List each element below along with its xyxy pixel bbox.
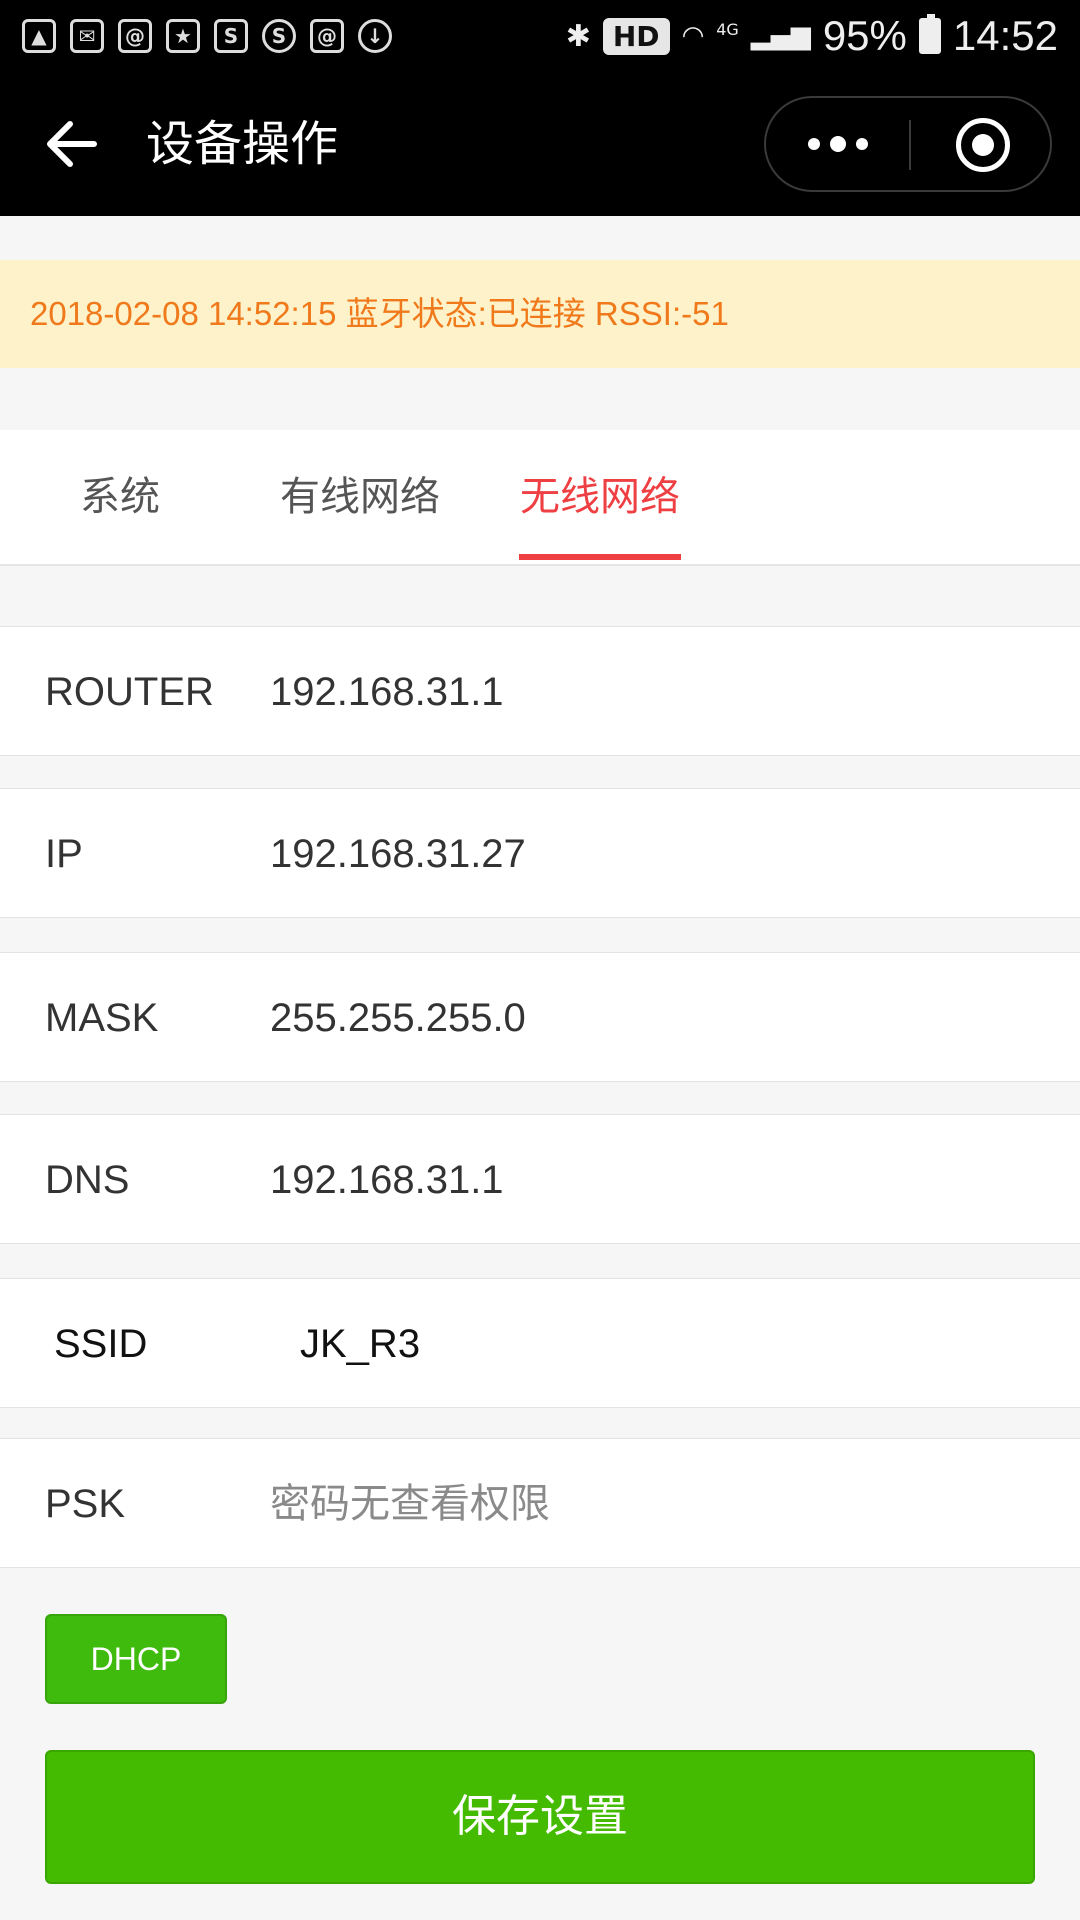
at-mail-icon: @ — [118, 19, 152, 53]
tab-wireless-network[interactable]: 无线网络 — [520, 470, 680, 524]
signal-icon: ▂▄▆ — [750, 21, 811, 51]
mini-program-capsule — [764, 96, 1052, 192]
dns-input[interactable]: 192.168.31.1 — [270, 1153, 504, 1207]
mail-icon: ✉ — [70, 19, 104, 53]
bluetooth-status-text: 2018-02-08 14:52:15 蓝牙状态:已连接 RSSI:-51 — [30, 295, 729, 332]
capsule-divider — [909, 120, 911, 170]
bluetooth-status-banner: 2018-02-08 14:52:15 蓝牙状态:已连接 RSSI:-51 — [0, 260, 1080, 368]
tab-bar: 系统 有线网络 无线网络 — [0, 430, 1080, 566]
status-bar: ▲ ✉ @ ★ S S @ ↓ ✱ HD ◠ 4G ▂▄▆ 95% 14:52 — [0, 0, 1080, 72]
more-dot-icon — [829, 136, 846, 152]
psk-row: PSK 密码无查看权限 — [0, 1438, 1080, 1568]
router-row: ROUTER 192.168.31.1 — [0, 626, 1080, 756]
message-icon: @ — [310, 19, 344, 53]
ssid-input[interactable]: JK_R3 — [300, 1317, 420, 1371]
psk-input[interactable]: 密码无查看权限 — [270, 1477, 550, 1531]
weibo-icon: S — [262, 19, 296, 53]
tab-system[interactable]: 系统 — [80, 470, 160, 524]
psk-label: PSK — [45, 1482, 126, 1526]
navigation-bar: 设备操作 — [0, 72, 1080, 216]
save-settings-button[interactable]: 保存设置 — [45, 1750, 1035, 1884]
battery-percent: 95% — [822, 12, 907, 59]
hd-icon: HD — [602, 17, 670, 55]
s-app-icon: S — [214, 19, 248, 53]
back-arrow-icon[interactable] — [42, 114, 102, 174]
clock: 14:52 — [952, 12, 1058, 59]
ssid-label: SSID — [54, 1322, 148, 1366]
router-label: ROUTER — [45, 670, 214, 714]
download-icon: ↓ — [358, 19, 392, 53]
ssid-row: SSID JK_R3 — [0, 1278, 1080, 1408]
dns-row: DNS 192.168.31.1 — [0, 1114, 1080, 1244]
calendar-icon: ★ — [166, 19, 200, 53]
mask-input[interactable]: 255.255.255.0 — [270, 991, 526, 1045]
mask-label: MASK — [45, 996, 159, 1040]
tab-wired-network[interactable]: 有线网络 — [280, 470, 440, 524]
more-dot-icon — [807, 138, 820, 150]
system-indicators: ✱ HD ◠ 4G ▂▄▆ 95% 14:52 — [566, 12, 1058, 60]
ip-label: IP — [45, 832, 83, 876]
active-tab-indicator — [519, 554, 681, 560]
wifi-icon: ◠ — [681, 21, 705, 51]
router-input[interactable]: 192.168.31.1 — [270, 665, 504, 719]
ip-row: IP 192.168.31.27 — [0, 788, 1080, 918]
more-menu-button[interactable] — [766, 98, 909, 190]
battery-icon — [918, 14, 941, 54]
gallery-icon: ▲ — [22, 19, 56, 53]
network-type: 4G — [716, 19, 739, 39]
bluetooth-icon: ✱ — [565, 18, 591, 54]
dns-label: DNS — [45, 1158, 130, 1202]
notification-icons: ▲ ✉ @ ★ S S @ ↓ — [22, 14, 392, 58]
ip-input[interactable]: 192.168.31.27 — [270, 827, 526, 881]
page-title: 设备操作 — [146, 116, 339, 172]
more-dot-icon — [855, 138, 868, 150]
mask-row: MASK 255.255.255.0 — [0, 952, 1080, 1082]
close-target-icon[interactable] — [956, 118, 1010, 172]
dhcp-button[interactable]: DHCP — [45, 1614, 227, 1704]
